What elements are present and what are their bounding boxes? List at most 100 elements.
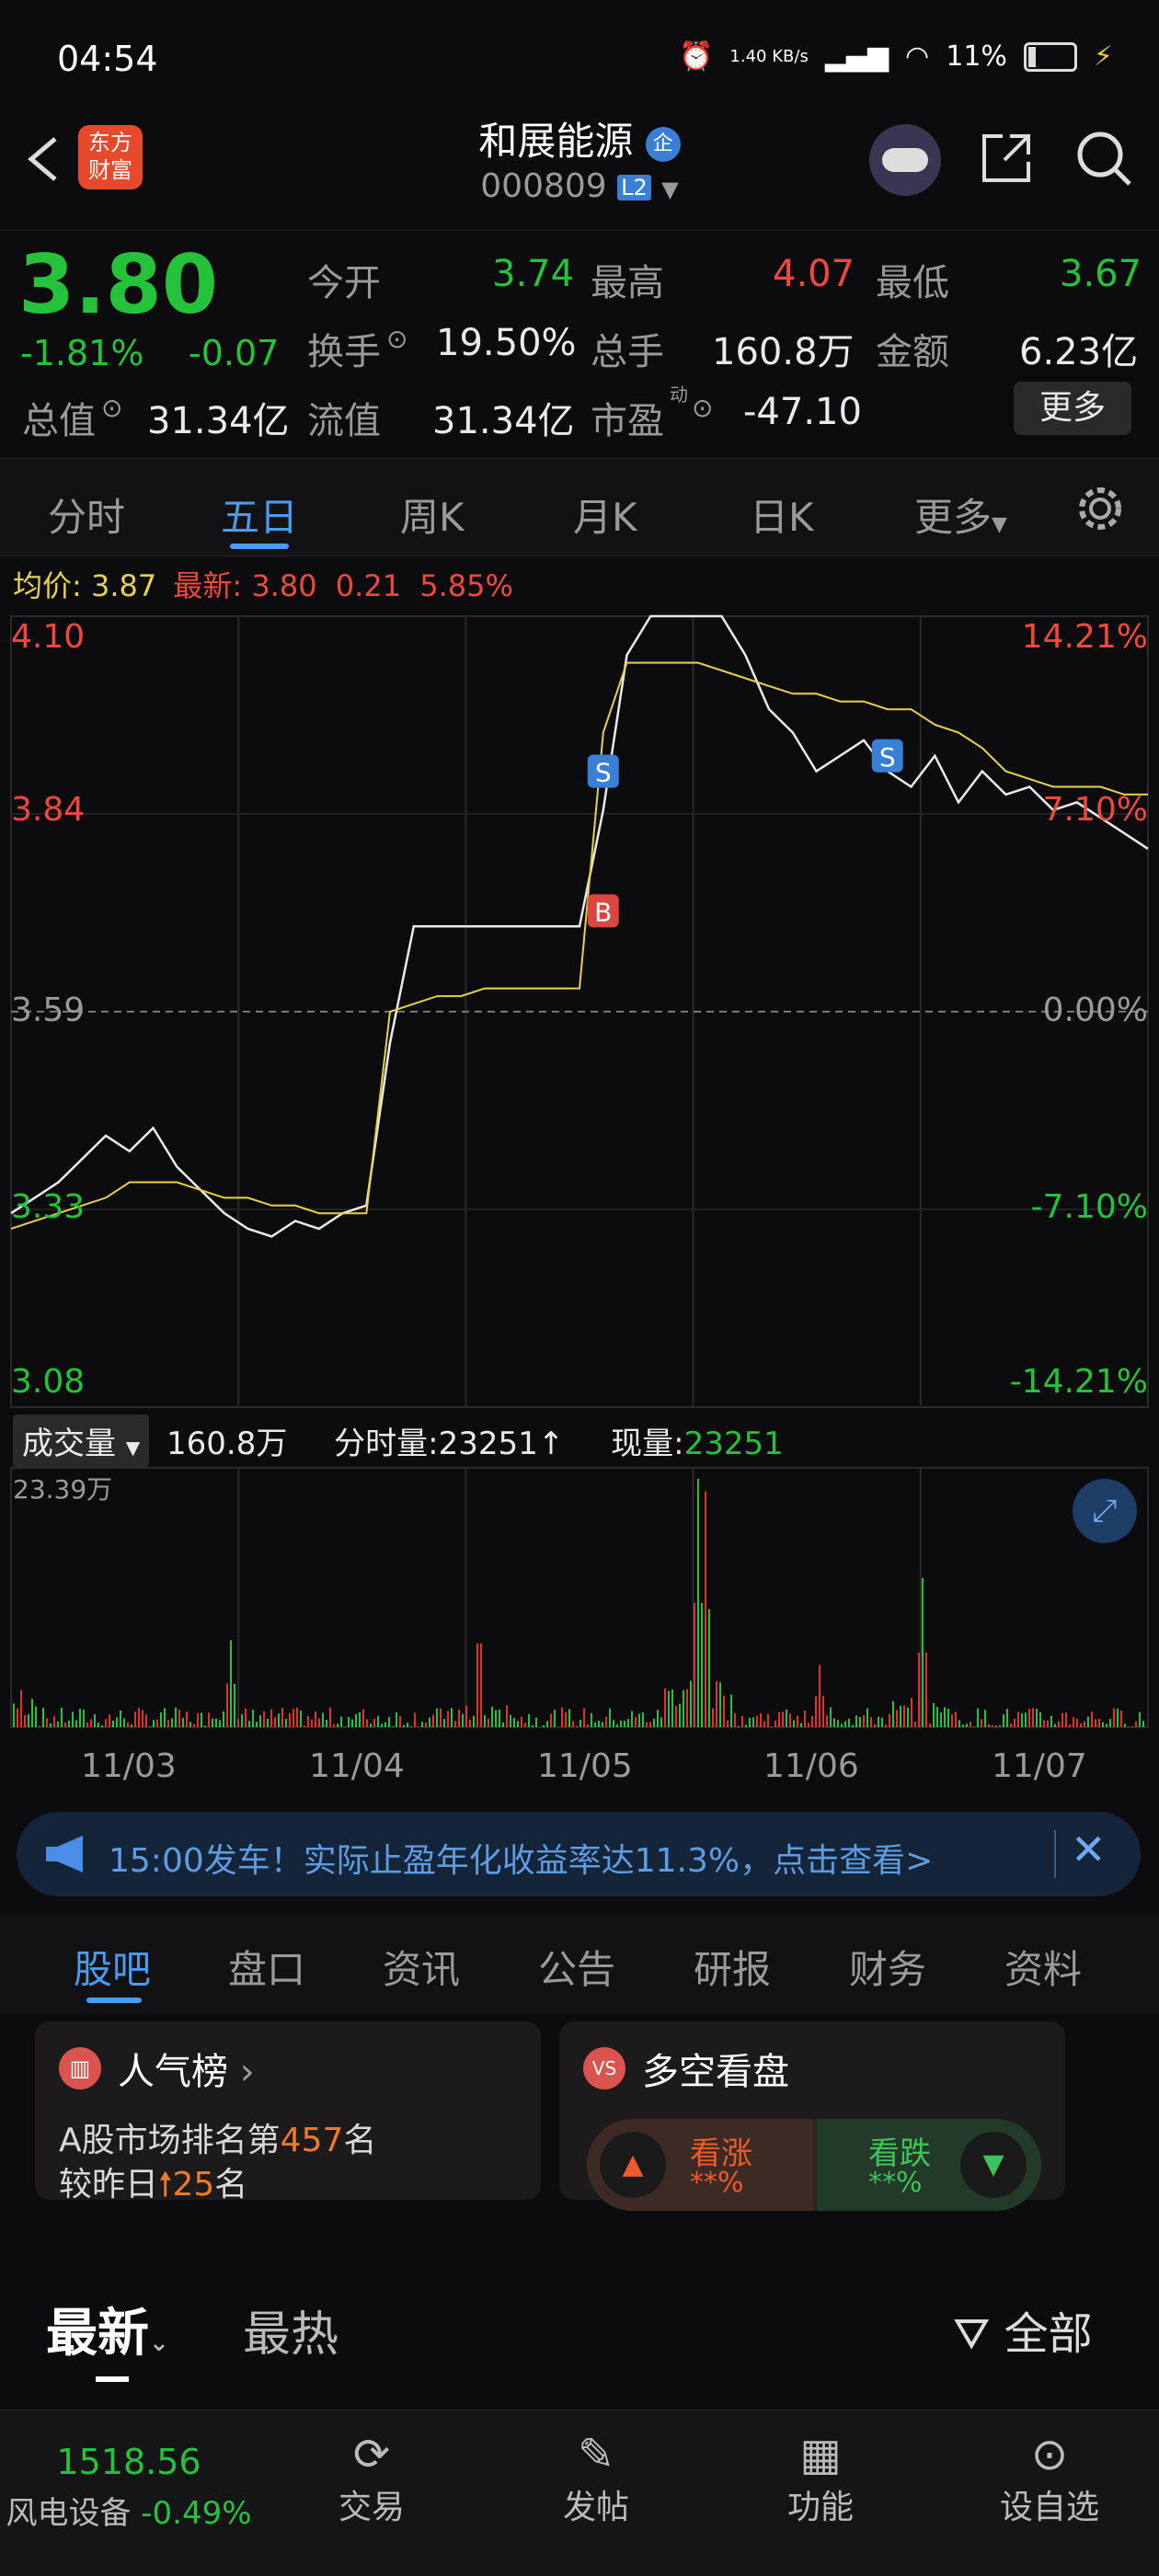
vote-down-button[interactable]: 看跌 **% ▼ [817,2119,1041,2211]
tab-weekly[interactable]: 周K [400,487,465,543]
volume-chart [0,1462,1159,1738]
volume-bar [175,1708,177,1727]
volume-bar [1124,1723,1126,1727]
info-icon[interactable]: ⊙ [386,324,407,354]
sector-index[interactable]: 1518.56 风电设备 -0.49% [0,2442,258,2533]
volume-bar [1087,1716,1089,1727]
trade-marker-label: S [595,758,612,788]
volume-bar [1076,1719,1078,1727]
tab-forum[interactable]: 股吧 [74,1939,151,1995]
volume-bar [546,1721,548,1727]
tab-monthly[interactable]: 月K [573,487,637,543]
add-watchlist-label: 设自选 [990,2480,1109,2528]
info-icon[interactable]: ⊙ [692,393,713,423]
volume-bar [844,1721,846,1727]
five-day-price-chart[interactable]: SBS [0,607,1159,1416]
sort-latest[interactable]: 最新⌄ [46,2292,169,2366]
volume-bar [458,1710,460,1727]
open-label: 今开 [307,253,381,306]
tab-research[interactable]: 研报 [694,1939,771,1995]
search-icon[interactable] [1073,127,1135,189]
volume-bar [403,1725,405,1727]
tab-five-day[interactable]: 五日 [221,487,298,543]
volume-bar [68,1721,70,1727]
tab-order-book[interactable]: 盘口 [228,1939,305,1995]
volume-bar [79,1709,81,1727]
volume-bar [583,1709,585,1727]
volume-bar [42,1708,44,1727]
tab-more-label: 更多 [914,495,992,540]
chevron-down-icon: ⌄ [149,2330,169,2357]
more-button[interactable]: 更多 [1014,382,1131,435]
volume-bar [120,1711,121,1727]
volume-bar [896,1710,898,1727]
tab-more[interactable]: 更多▼ [914,487,1007,543]
robot-assistant-icon[interactable] [869,124,941,196]
x-tick: 11/03 [81,1747,177,1785]
volume-bar [201,1712,202,1727]
volume-bar [1139,1712,1141,1727]
post-button[interactable]: ✎ 发帖 [541,2429,651,2528]
tab-announcements[interactable]: 公告 [538,1939,615,1995]
sort-hot[interactable]: 最热 [243,2296,339,2364]
filter-button[interactable]: ⛛ 全部 [953,2297,1093,2362]
functions-button[interactable]: ▦ 功能 [765,2429,876,2528]
volume-bar [116,1717,118,1727]
share-icon[interactable] [977,129,1036,188]
volume-bar [782,1712,784,1727]
close-icon[interactable]: ✕ [1071,1825,1107,1874]
volume-bar [1003,1714,1004,1727]
y-tick-left: 4.10 [11,618,85,656]
tab-intraday[interactable]: 分时 [48,487,125,543]
volume-bar [580,1720,581,1727]
sort-active-indicator [96,2376,129,2382]
volume-bar [1073,1717,1074,1727]
mktcap-label: 总值 [22,391,96,444]
info-icon[interactable]: ⊙ [101,393,122,423]
volume-bar [793,1721,795,1727]
tab-news[interactable]: 资讯 [383,1939,460,1995]
tab-daily[interactable]: 日K [750,487,814,543]
volume-bar [870,1717,872,1727]
volume-bar [833,1718,835,1727]
promo-banner[interactable]: 15:00发车！实际止盈年化收益率达11.3%，点击查看> ✕ [17,1812,1141,1896]
settings-gear-icon[interactable] [1073,481,1128,536]
tab-finance[interactable]: 财务 [849,1939,926,1995]
volume-bar [1069,1724,1071,1727]
volume-bar [889,1714,890,1727]
tab-profile[interactable]: 资料 [1004,1939,1082,1995]
caret-down-icon: ▼ [126,1437,140,1459]
post-label: 发帖 [541,2480,651,2528]
y-tick-right: 14.21% [1022,618,1148,656]
y-tick-left: 3.84 [11,791,85,829]
volume-bar [738,1726,740,1727]
volume-bar [572,1721,574,1727]
stock-title: 和展能源 [478,119,633,164]
rank-change-line: 较昨日🠕25名 [59,2158,247,2216]
popularity-title-text: 人气榜 [118,2051,228,2093]
popularity-card[interactable]: ▥ 人气榜 › A股市场排名第457名 较昨日🠕25名 [35,2021,541,2200]
vote-up-button[interactable]: ▲ 看涨 **% [587,2119,813,2211]
volume-bar [289,1713,291,1727]
volume-bar [1080,1723,1082,1727]
filter-label: 全部 [1004,2308,1093,2360]
volume-bar [561,1708,563,1727]
trade-button[interactable]: ⟳ 交易 [316,2429,427,2528]
volume-bar [212,1719,213,1727]
volume-bar [473,1716,475,1727]
volume-bar [1036,1709,1038,1727]
volume-bar [591,1713,592,1727]
volume-bar [197,1713,199,1727]
volume-bar [35,1707,37,1727]
price-summary-line: 均价: 3.87 最新: 3.80 0.21 5.85% [13,563,513,605]
volume-bar [800,1723,802,1727]
volume-bar [668,1691,670,1727]
volume-indicator-select[interactable]: 成交量 ▼ [13,1414,149,1467]
volume-bar [811,1716,813,1727]
volume-bar [550,1714,552,1727]
vs-icon: VS [583,2047,625,2089]
add-watchlist-button[interactable]: ⊙ 设自选 [990,2429,1109,2528]
volume-bar [281,1708,283,1727]
volume-bar [156,1719,158,1727]
expand-icon[interactable]: ⤢ [1073,1479,1137,1543]
